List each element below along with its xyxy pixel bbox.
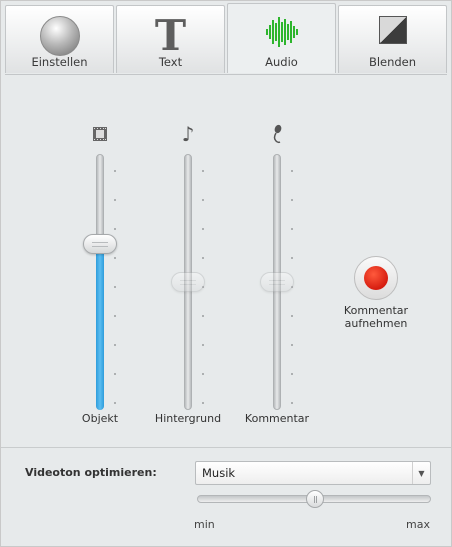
music-note-icon: ♪ [181,122,195,146]
slider-tick [291,257,293,259]
optimize-slider[interactable] [197,490,431,508]
tab-einstellen[interactable]: Einstellen [5,5,114,73]
optimize-label: Videoton optimieren: [25,466,157,479]
slider-tick [291,228,293,230]
channel-objekt: Objekt [60,122,140,442]
slider-tick [114,228,116,230]
chevron-down-icon[interactable]: ▼ [412,462,430,484]
record-commentary: Kommentar aufnehmen [331,256,421,330]
slider-tick [291,199,293,201]
slider-tick [114,315,116,317]
volume-slider-thumb[interactable] [171,272,205,292]
slider-tick [202,199,204,201]
slider-max-label: max [406,518,430,531]
slider-tick [291,344,293,346]
slider-tick [114,286,116,288]
channel-label: Kommentar [244,412,310,425]
section-divider [1,447,451,448]
slider-tick [114,373,116,375]
slider-tick [114,402,116,404]
sphere-icon [39,16,80,56]
channel-hintergrund: ♪ Hintergrund [148,122,228,442]
slider-tick [114,170,116,172]
select-value: Musik [202,466,236,480]
slider-ticks [202,170,205,410]
record-label-line2: aufnehmen [344,317,408,330]
slider-ticks [114,170,117,410]
slider-min-label: min [194,518,215,531]
slider-tick [291,402,293,404]
record-dot-icon [364,266,388,290]
record-label-line1: Kommentar [343,304,409,317]
record-label: Kommentar aufnehmen [331,304,421,330]
optimize-slider-thumb[interactable] [306,490,324,508]
microphone-icon [270,122,284,146]
tab-audio[interactable]: Audio [227,3,336,73]
tab-label: Blenden [368,55,417,69]
record-button[interactable] [354,256,398,300]
slider-tick [202,402,204,404]
slider-tick [202,257,204,259]
volume-fill [96,244,104,410]
slider-tick [291,315,293,317]
channel-kommentar: Kommentar [237,122,317,442]
tab-label: Einstellen [31,55,88,69]
slider-tick [202,315,204,317]
tab-blenden[interactable]: Blenden [338,5,447,73]
slider-tick [291,373,293,375]
tab-label: Audio [265,55,298,69]
slider-ticks [291,170,294,410]
slider-tick [202,373,204,375]
slider-tick [291,170,293,172]
audio-mixer: Objekt ♪ Hintergrund Kommentar Kommentar… [1,76,451,446]
optimize-select[interactable]: Musik ▼ [195,461,431,485]
audio-panel: Einstellen T Text Audio Blenden Objekt ♪… [0,0,452,547]
tab-text[interactable]: T Text [116,5,225,73]
text-t-icon: T [154,11,187,60]
slider-tick [114,199,116,201]
volume-slider-thumb[interactable] [83,234,117,254]
slider-tick [202,170,204,172]
slider-tick [202,228,204,230]
slider-tick [114,257,116,259]
film-strip-icon [92,122,108,146]
volume-slider-track[interactable] [96,154,104,410]
volume-slider-thumb[interactable] [260,272,294,292]
slider-tick [114,344,116,346]
transition-icon [378,16,407,44]
tab-bar: Einstellen T Text Audio Blenden [5,3,447,75]
audio-waveform-icon [264,14,300,53]
slider-tick [202,344,204,346]
